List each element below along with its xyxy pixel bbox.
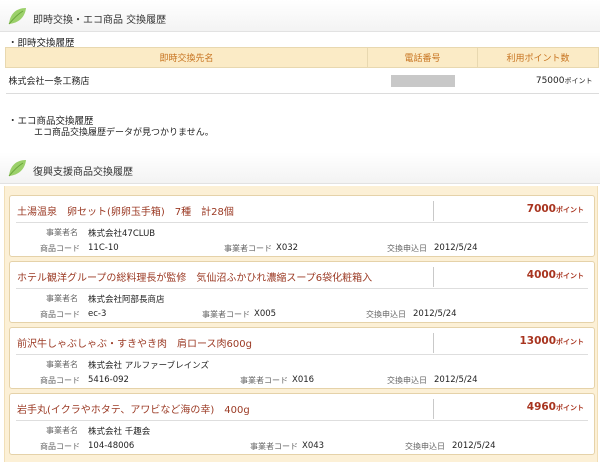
item-points: 13000ポイント bbox=[519, 335, 584, 347]
vendor-code-value: X043 bbox=[302, 441, 325, 451]
table-header-row: 即時交換先名 電話番号 利用ポイント数 bbox=[5, 47, 599, 68]
apply-date-value: 2012/5/24 bbox=[434, 243, 478, 253]
product-code-value: 5416-092 bbox=[88, 375, 129, 385]
reconstruction-items-list: 土湯温泉 卵セット(卵卵玉手箱) 7種 計28個 7000ポイント 事業者名 株… bbox=[4, 186, 598, 462]
vendor-label: 事業者名 bbox=[46, 228, 78, 237]
apply-date-label: 交換申込日 bbox=[405, 442, 445, 451]
vendor-label: 事業者名 bbox=[46, 294, 78, 303]
leaf-icon bbox=[8, 160, 26, 177]
vendor-code-value: X032 bbox=[276, 243, 299, 253]
vendor-value: 株式会社 千趣会 bbox=[88, 427, 151, 437]
table-row: 株式会社一条工務店 75000ポイント bbox=[5, 67, 599, 94]
vendor-code-value: X016 bbox=[292, 375, 315, 385]
product-code-value: ec-3 bbox=[88, 309, 107, 319]
vendor-value: 株式会社47CLUB bbox=[88, 229, 156, 239]
item-name: ホテル観洋グループの総料理長が監修 気仙沼ふかひれ濃縮スープ6袋化粧箱入 bbox=[17, 273, 373, 284]
item-name: 前沢牛しゃぶしゃぶ・すきやき肉 肩ロース肉600g bbox=[17, 339, 252, 350]
item-name: 岩手丸(イクラやホタテ、アワビなど海の幸) 400g bbox=[17, 405, 250, 416]
row-tel bbox=[367, 67, 478, 94]
section-header-exchange-history: 即時交換・エコ商品 交換履歴 bbox=[0, 0, 600, 32]
product-code-label: 商品コード bbox=[40, 310, 80, 319]
product-code-value: 11C-10 bbox=[88, 243, 119, 253]
list-item: 岩手丸(イクラやホタテ、アワビなど海の幸) 400g 4960ポイント 事業者名… bbox=[9, 393, 595, 455]
item-name: 土湯温泉 卵セット(卵卵玉手箱) 7種 計28個 bbox=[17, 207, 234, 218]
vendor-code-label: 事業者コード bbox=[224, 244, 272, 253]
apply-date-value: 2012/5/24 bbox=[452, 441, 496, 451]
product-code-label: 商品コード bbox=[40, 442, 80, 451]
apply-date-label: 交換申込日 bbox=[366, 310, 406, 319]
eco-empty-message: エコ商品交換履歴データが見つかりません。 bbox=[34, 128, 214, 138]
vendor-code-label: 事業者コード bbox=[202, 310, 250, 319]
row-name: 株式会社一条工務店 bbox=[5, 67, 368, 94]
product-code-label: 商品コード bbox=[40, 244, 80, 253]
list-item: 土湯温泉 卵セット(卵卵玉手箱) 7種 計28個 7000ポイント 事業者名 株… bbox=[9, 195, 595, 257]
section-title: 復興支援商品交換履歴 bbox=[33, 167, 133, 178]
list-item: 前沢牛しゃぶしゃぶ・すきやき肉 肩ロース肉600g 13000ポイント 事業者名… bbox=[9, 327, 595, 389]
section-header-reconstruction: 復興支援商品交換履歴 bbox=[0, 152, 600, 184]
col-header-points: 利用ポイント数 bbox=[477, 47, 599, 68]
apply-date-value: 2012/5/24 bbox=[434, 375, 478, 385]
item-points: 4960ポイント bbox=[526, 401, 584, 413]
vendor-code-label: 事業者コード bbox=[250, 442, 298, 451]
apply-date-label: 交換申込日 bbox=[387, 244, 427, 253]
list-item: ホテル観洋グループの総料理長が監修 気仙沼ふかひれ濃縮スープ6袋化粧箱入 400… bbox=[9, 261, 595, 323]
vendor-label: 事業者名 bbox=[46, 426, 78, 435]
col-header-name: 即時交換先名 bbox=[5, 47, 368, 68]
apply-date-label: 交換申込日 bbox=[387, 376, 427, 385]
col-header-tel: 電話番号 bbox=[367, 47, 478, 68]
vendor-code-label: 事業者コード bbox=[240, 376, 288, 385]
masked-phone bbox=[390, 74, 455, 87]
vendor-value: 株式会社阿部長商店 bbox=[88, 295, 165, 305]
item-points: 4000ポイント bbox=[526, 269, 584, 281]
apply-date-value: 2012/5/24 bbox=[413, 309, 457, 319]
vendor-label: 事業者名 bbox=[46, 360, 78, 369]
product-code-value: 104-48006 bbox=[88, 441, 135, 451]
leaf-icon bbox=[8, 8, 26, 25]
vendor-value: 株式会社 アルファーブレインズ bbox=[88, 361, 209, 371]
vendor-code-value: X005 bbox=[254, 309, 277, 319]
product-code-label: 商品コード bbox=[40, 376, 80, 385]
item-points: 7000ポイント bbox=[526, 203, 584, 215]
instant-history-table: 即時交換先名 電話番号 利用ポイント数 株式会社一条工務店 75000ポイント bbox=[5, 47, 599, 94]
section-title: 即時交換・エコ商品 交換履歴 bbox=[33, 15, 167, 26]
row-points: 75000ポイント bbox=[477, 67, 599, 94]
